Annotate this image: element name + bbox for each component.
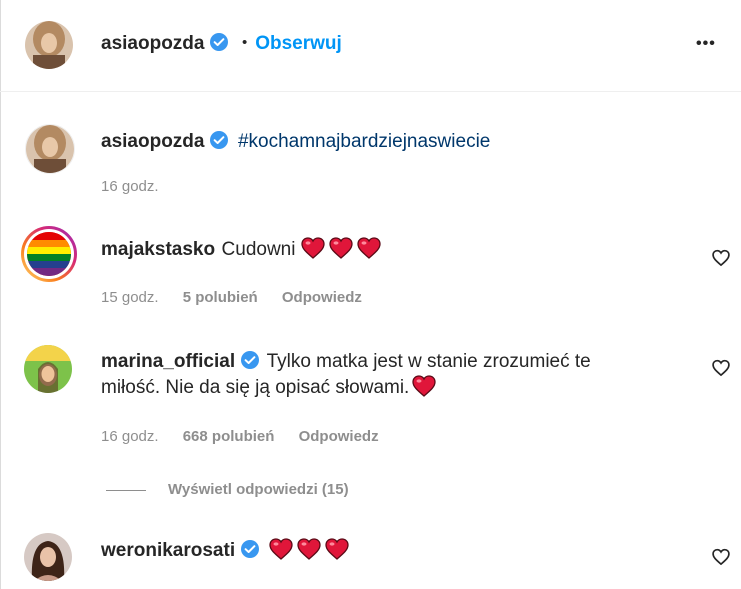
follow-button[interactable]: Obserwuj [255, 33, 342, 54]
caption-username[interactable]: asiaopozda [101, 131, 204, 152]
header-avatar[interactable] [25, 21, 73, 69]
like-comment-heart-icon[interactable] [711, 547, 731, 567]
comment-username[interactable]: marina_official [101, 351, 235, 372]
caption-avatar[interactable] [25, 124, 75, 174]
comment-meta: 16 godz. 668 polubień Odpowiedz [101, 428, 379, 445]
like-comment-heart-icon[interactable] [711, 358, 731, 378]
reply-button[interactable]: Odpowiedz [282, 289, 362, 306]
header-dot: • [241, 34, 248, 51]
verified-icon [240, 539, 260, 564]
comment-time[interactable]: 16 godz. [101, 428, 159, 445]
caption-hashtag-link[interactable]: #kochamnajbardziejnaswiecie [238, 131, 490, 152]
heart-emoji [357, 237, 382, 264]
reply-button[interactable]: Odpowiedz [299, 428, 379, 445]
verified-icon [209, 32, 229, 57]
header-username[interactable]: asiaopozda [101, 33, 204, 54]
heart-emoji [412, 375, 436, 406]
comment-text-line1: Tylko matka jest w stanie zrozumieć te [266, 351, 591, 372]
comment-username[interactable]: weronikarosati [101, 540, 235, 561]
comment-text-line2: miłość. Nie da się ją opisać słowami. [101, 377, 410, 398]
like-comment-heart-icon[interactable] [711, 248, 731, 268]
post-header: asiaopozda • Obserwuj ••• [0, 0, 741, 92]
comment-avatar-weronikarosati[interactable] [24, 533, 72, 581]
comment-line-majakstasko: majakstasko Cudowni [101, 237, 385, 264]
comment-likes[interactable]: 668 polubień [183, 428, 275, 445]
more-options-icon[interactable]: ••• [696, 35, 716, 53]
comment-meta: 15 godz. 5 polubień Odpowiedz [101, 289, 362, 306]
heart-emoji [329, 237, 354, 264]
comment-text: Cudowni [221, 239, 296, 260]
comment-avatar-marina_official[interactable] [24, 345, 72, 393]
comment-line-weronikarosati: weronikarosati [101, 538, 353, 565]
view-replies-button[interactable]: Wyświetl odpowiedzi (15) [168, 481, 349, 498]
heart-emoji [296, 538, 321, 565]
comment-username[interactable]: majakstasko [101, 239, 215, 260]
comment-time[interactable]: 15 godz. [101, 289, 159, 306]
caption-line: asiaopozda #kochamnajbardziejnaswiecie [101, 130, 490, 155]
heart-emoji [268, 538, 293, 565]
comment-likes[interactable]: 5 polubień [183, 289, 258, 306]
verified-icon [209, 130, 229, 155]
view-replies-line [106, 490, 146, 491]
comment-avatar-majakstasko[interactable] [24, 229, 74, 279]
caption-time: 16 godz. [101, 178, 159, 195]
heart-emoji [324, 538, 349, 565]
heart-emoji [301, 237, 326, 264]
